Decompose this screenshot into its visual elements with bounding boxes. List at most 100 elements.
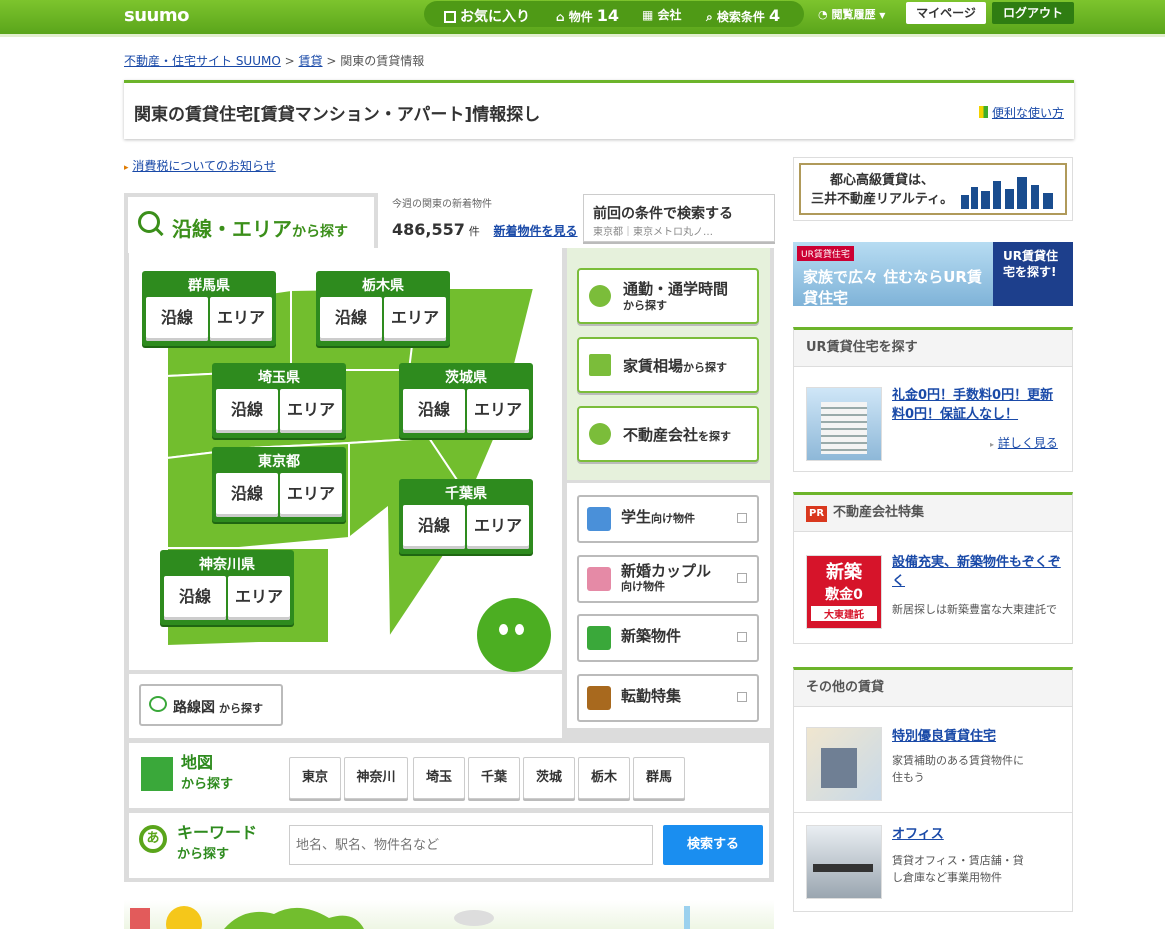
student-label: 学生 [621,508,652,526]
newlywed-button[interactable]: 新婚カップル 向け物件 [577,555,759,603]
city-ibaraki-button[interactable]: 茨城 [523,757,575,799]
gunma-line-button[interactable]: 沿線 [146,297,208,341]
pr-header-label: 不動産会社特集 [833,505,925,520]
commute-time-button[interactable]: 通勤・通学時間 から探す [577,268,759,324]
kanagawa-line-button[interactable]: 沿線 [164,576,226,620]
gunma-area-button[interactable]: エリア [210,297,272,341]
chiba-area-button[interactable]: エリア [467,505,529,549]
ur-building-thumb[interactable] [806,387,882,461]
daito-thumb-big: 新築 [826,562,862,583]
external-link-icon [737,513,747,523]
transfer-button[interactable]: 転勤特集 [577,674,759,722]
tab-line-area[interactable]: 沿線・エリアから探す [124,193,378,253]
city-tochigi-button[interactable]: 栃木 [578,757,630,799]
ur-promo-link[interactable]: 礼金0円！手数料0円！更新料0円！保証人なし！ [892,386,1062,424]
saitama-area-button[interactable]: エリア [280,389,342,433]
howto-link[interactable]: 便利な使い方 [978,104,1064,121]
tax-notice[interactable]: ▸ 消費税についてのお知らせ [124,157,276,174]
city-chiba-button[interactable]: 千葉 [468,757,520,799]
pr-badge: PR [806,506,828,522]
pref-chiba: 千葉県 沿線 エリア [399,479,533,554]
breadcrumb-rental[interactable]: 賃貸 [299,54,323,68]
special-rental-thumb[interactable] [806,727,882,801]
keyword-label: キーワード [177,823,258,842]
city-saitama-button[interactable]: 埼玉 [413,757,465,799]
company-search-sub: を探す [698,430,732,443]
external-link-icon [737,573,747,583]
last-search-title: 前回の条件で検索する [593,206,733,222]
kanagawa-area-button[interactable]: エリア [228,576,290,620]
page-title-bar: 関東の賃貸住宅[賃貸マンション・アパート]情報探し 便利な使い方 [124,80,1074,139]
search-icon: ⌕ [706,10,713,24]
caret-down-icon: ▼ [879,11,886,20]
other-box-header: その他の賃貸 [794,670,1072,707]
beginner-mark-icon [978,106,988,118]
ur-more-link[interactable]: 詳しく見る [998,436,1058,450]
tochigi-area-button[interactable]: エリア [384,297,446,341]
keyword-input[interactable] [289,825,653,865]
ad-mitsui[interactable]: 都心高級賃貸は、 三井不動産リアルティ。 [793,157,1073,221]
breadcrumb-home[interactable]: 不動産・住宅サイト SUUMO [124,54,281,68]
tochigi-line-button[interactable]: 沿線 [320,297,382,341]
pref-name: 千葉県 [445,486,487,502]
new-listings-count-row: 486,557 件 新着物件を見る [392,220,578,239]
daito-thumb-mid: 敷金0 [825,587,863,603]
last-search-sub: 東京都｜東京メトロ丸ノ… [593,227,713,238]
breadcrumb-separator: > [284,54,295,68]
ad-ur[interactable]: UR賃貸住宅 家族で広々 住むならUR賃貸住宅 UR賃貸住宅を探す! [793,242,1073,306]
new-listings-count: 486,557 [392,220,465,239]
special-rental-link[interactable]: 特別優良賃貸住宅 [892,725,996,744]
ur-more[interactable]: ▸ 詳しく見る [990,434,1058,451]
mypage-button[interactable]: マイページ [906,2,986,24]
tokyo-line-button[interactable]: 沿線 [216,473,278,517]
graduation-cap-icon [587,507,611,531]
page-title: 関東の賃貸住宅[賃貸マンション・アパート]情報探し [134,105,541,125]
tokyo-area-button[interactable]: エリア [280,473,342,517]
pref-name: 群馬県 [188,278,230,294]
ibaraki-area-button[interactable]: エリア [467,389,529,433]
favorites-link[interactable]: お気に入り [444,6,530,26]
real-estate-company-button[interactable]: 不動産会社を探す [577,406,759,462]
logout-button[interactable]: ログアウト [992,2,1074,24]
tax-notice-link[interactable]: 消費税についてのお知らせ [132,159,275,173]
building-icon: ▦ [642,8,654,22]
saved-conditions-link[interactable]: ⌕ 検索条件 4 [706,6,780,25]
new-construction-button[interactable]: 新築物件 [577,614,759,662]
pref-name: 茨城県 [445,370,487,386]
office-thumb[interactable] [806,825,882,899]
pr-promo-link[interactable]: 設備充実、新築物件もぞくぞく [892,553,1062,591]
external-link-icon [737,692,747,702]
last-search-button[interactable]: 前回の条件で検索する 東京都｜東京メトロ丸ノ… [583,194,775,242]
saitama-line-button[interactable]: 沿線 [216,389,278,433]
student-sub: 向け物件 [651,512,696,525]
history-dropdown[interactable]: ◔ 閲覧履歴 ▼ [818,6,885,22]
city-tokyo-button[interactable]: 東京 [289,757,341,799]
bottom-banner[interactable] [124,900,774,929]
buildings-icon [587,626,611,650]
person-icon [589,423,611,445]
global-header: suumo お気に入り ⌂ 物件 14 ▦ 会社 ⌕ 検索条件 4 ◔ 閲覧履歴 ▼… [0,0,1165,37]
keyword-search-button[interactable]: 検索する [663,825,763,865]
conditions-label: 検索条件 [716,10,765,24]
daito-thumb-brand: 大東建託 [811,606,877,621]
city-kanagawa-button[interactable]: 神奈川 [344,757,408,799]
pref-gunma: 群馬県 沿線 エリア [142,271,276,346]
daito-thumb[interactable]: 新築 敷金0 大東建託 [806,555,882,629]
pref-name: 栃木県 [362,278,404,294]
city-gunma-button[interactable]: 群馬 [633,757,685,799]
ibaraki-line-button[interactable]: 沿線 [403,389,465,433]
rent-market-button[interactable]: 家賃相場から探す [577,337,759,393]
suumo-logo[interactable]: suumo [124,5,189,26]
new-listings-link[interactable]: 新着物件を見る [494,224,578,238]
route-map-button[interactable]: 路線図 から探す [139,684,283,726]
pref-saitama: 埼玉県 沿線 エリア [212,363,346,438]
office-link[interactable]: オフィス [892,823,944,842]
favorite-companies-link[interactable]: ▦ 会社 [642,6,682,23]
student-button[interactable]: 学生向け物件 [577,495,759,543]
keyword-search-row: あ キーワードから探す 検索する [129,813,769,878]
howto-label[interactable]: 便利な使い方 [992,106,1064,120]
favorite-properties-link[interactable]: ⌂ 物件 14 [556,6,619,25]
skyline-illustration [130,906,690,929]
chiba-line-button[interactable]: 沿線 [403,505,465,549]
arrow-icon: ▸ [990,440,995,449]
